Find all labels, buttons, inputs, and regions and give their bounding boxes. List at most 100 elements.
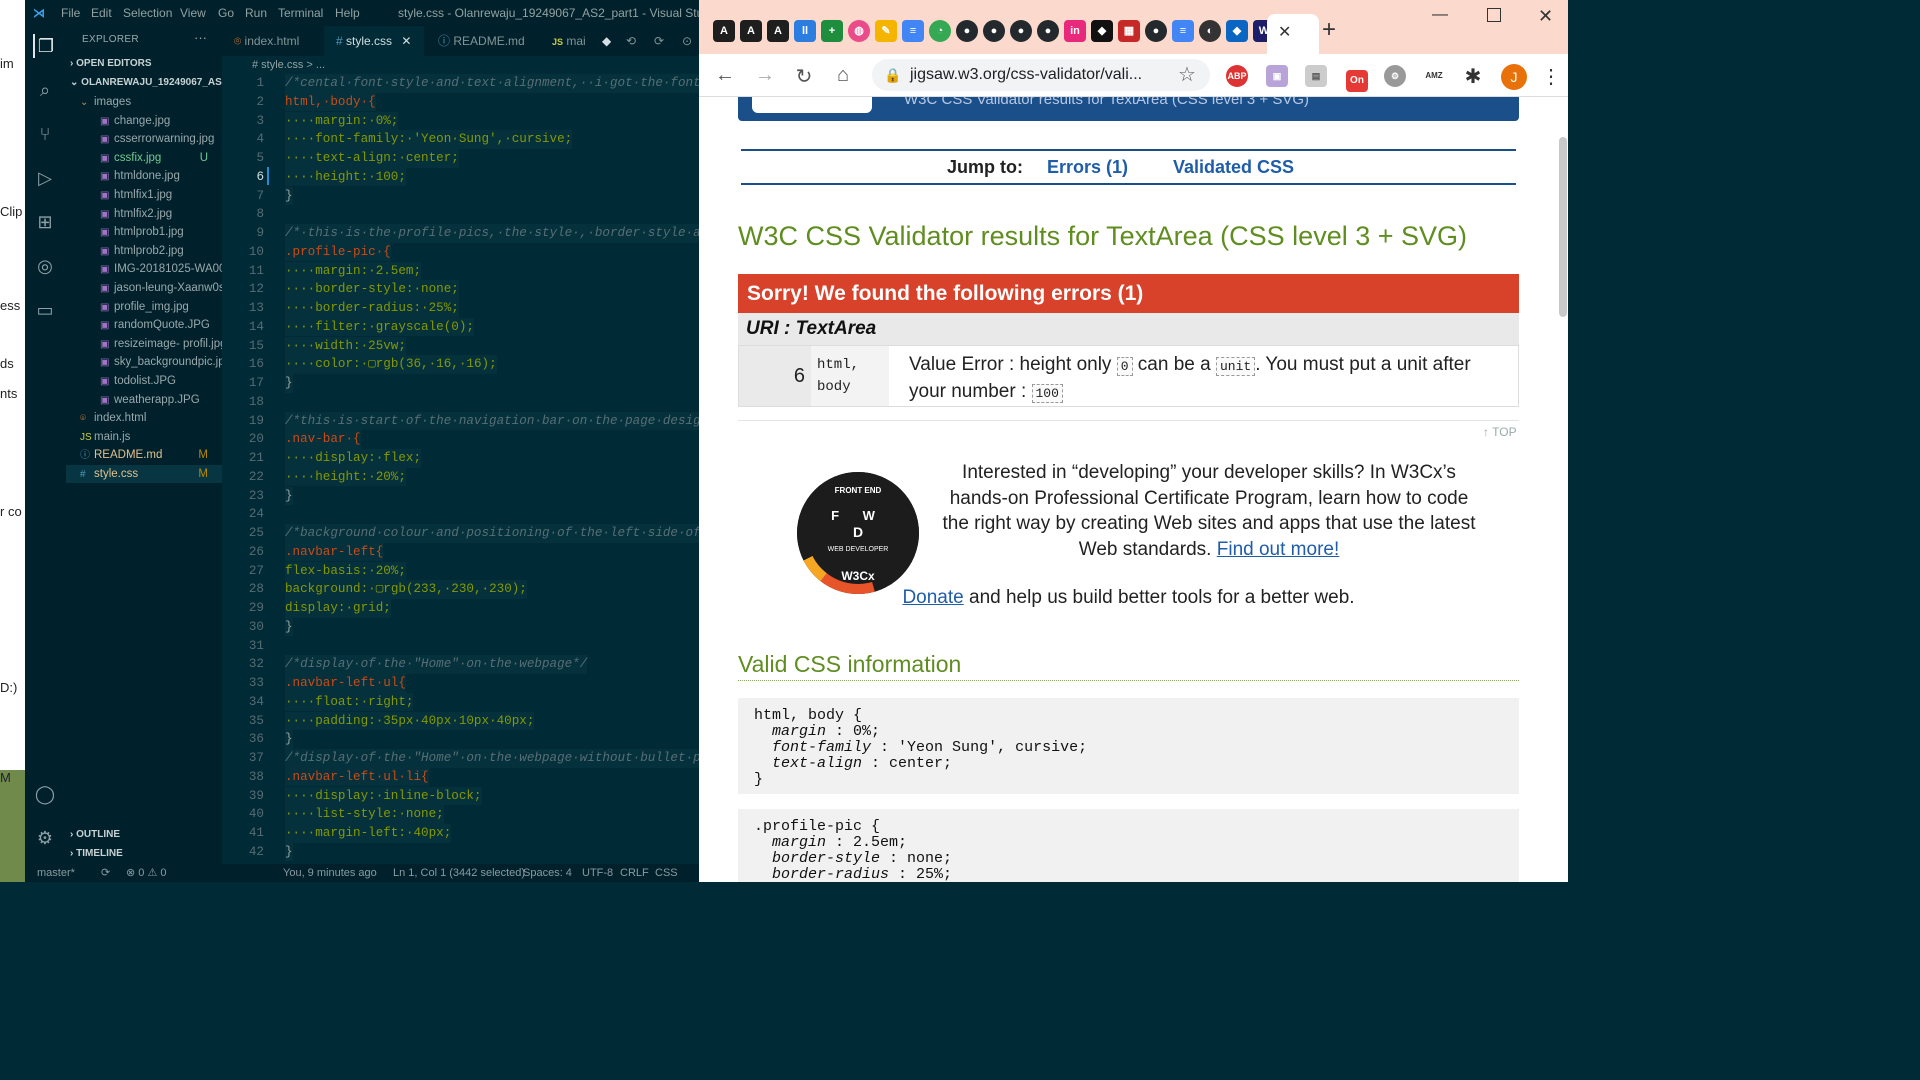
account-icon[interactable]: ◯ bbox=[33, 782, 57, 806]
code-line[interactable]: ····border-radius:·25%; bbox=[285, 299, 459, 318]
page-scrollbar[interactable] bbox=[1559, 137, 1567, 317]
bookmark-star-icon[interactable]: ☆ bbox=[1178, 59, 1196, 91]
menu-kebab-icon[interactable]: ⋮ bbox=[1539, 64, 1563, 89]
tab-index-html[interactable]: ⌾ index.html bbox=[222, 26, 324, 56]
file-tree-item[interactable]: ▣ sky_backgroundpic.jpg bbox=[66, 353, 222, 371]
project-folder[interactable]: ⌄ OLANREWAJU_19249067_AS... bbox=[66, 74, 222, 92]
top-link[interactable]: ↑ TOP bbox=[1483, 425, 1517, 439]
minimize-icon[interactable]: — bbox=[1432, 6, 1448, 24]
run-debug-icon[interactable]: ▷ bbox=[33, 166, 57, 190]
code-line[interactable]: ····height:·100; bbox=[285, 167, 406, 187]
code-line[interactable]: ····color:·▢rgb(36,·16,·16); bbox=[285, 355, 497, 374]
code-line[interactable]: /*·this·is·the·profile·pics,·the·style·,… bbox=[285, 224, 699, 243]
settings-gear-icon[interactable]: ⚙ bbox=[33, 826, 57, 850]
extensions-puzzle-icon[interactable]: ✱ bbox=[1461, 64, 1485, 89]
tab-favicon-icon[interactable]: + bbox=[821, 20, 843, 42]
jump-errors-link[interactable]: Errors (1) bbox=[1047, 157, 1128, 178]
code-line[interactable]: /*display·of·the·"Home"·on·the·webpage·w… bbox=[285, 749, 699, 768]
invision-icon[interactable]: in bbox=[1064, 20, 1086, 42]
code-line[interactable]: ····width:·25vw; bbox=[285, 336, 406, 356]
code-line[interactable]: .navbar-left·ul{ bbox=[285, 674, 406, 693]
tab-favicon-icon[interactable]: ll bbox=[794, 20, 816, 42]
file-tree-item[interactable]: ▣ change.jpg bbox=[66, 112, 222, 130]
home-icon[interactable]: ⌂ bbox=[831, 64, 855, 87]
code-line[interactable]: .profile-pic·{ bbox=[285, 242, 391, 262]
jump-validated-link[interactable]: Validated CSS bbox=[1173, 157, 1294, 178]
tab-favicon-icon[interactable]: ◐ bbox=[1199, 20, 1221, 42]
github-icon[interactable]: ● bbox=[1145, 20, 1167, 42]
tab-favicon-icon[interactable]: A bbox=[713, 20, 735, 42]
git-graph-icon[interactable]: ◎ bbox=[33, 254, 57, 278]
tab-style-css[interactable]: # style.css ✕ bbox=[324, 26, 424, 56]
find-out-more-link[interactable]: Find out more! bbox=[1217, 539, 1340, 560]
extension-icon[interactable]: ▣ bbox=[1266, 65, 1288, 87]
file-tree-item[interactable]: ⌄ images bbox=[66, 93, 222, 111]
tab-favicon-icon[interactable]: A bbox=[767, 20, 789, 42]
tab-favicon-icon[interactable]: ✎ bbox=[875, 20, 897, 42]
git-branch[interactable]: master* bbox=[37, 864, 75, 882]
outline-section[interactable]: › OUTLINE bbox=[66, 826, 222, 844]
tab-readme[interactable]: ⓘ README.md bbox=[426, 26, 536, 56]
encoding[interactable]: UTF-8 bbox=[582, 864, 613, 882]
code-line[interactable]: .navbar-left·ul·li{ bbox=[285, 767, 429, 787]
code-line[interactable]: ····display:·flex; bbox=[285, 449, 422, 468]
code-line[interactable]: } bbox=[285, 730, 293, 749]
tab-favicon-icon[interactable]: ◔ bbox=[929, 20, 951, 42]
tab-favicon-icon[interactable]: ◆ bbox=[1091, 20, 1113, 42]
navigate-back-icon[interactable]: ⟳ bbox=[642, 26, 664, 56]
tab-favicon-icon[interactable]: ▦ bbox=[1118, 20, 1140, 42]
on-extension-icon[interactable]: On bbox=[1346, 70, 1368, 92]
git-compare-icon[interactable]: ◆ bbox=[590, 26, 611, 56]
more-actions-icon[interactable]: ··· bbox=[194, 30, 207, 45]
code-line[interactable]: ····list-style:·none; bbox=[285, 805, 444, 824]
indentation[interactable]: Spaces: 4 bbox=[523, 864, 572, 882]
dribbble-icon[interactable]: ◍ bbox=[848, 20, 870, 42]
code-line[interactable]: ····margin-left:·40px; bbox=[285, 824, 452, 843]
code-line[interactable]: } bbox=[285, 186, 293, 206]
sync-icon[interactable]: ⟳ bbox=[101, 864, 110, 882]
code-line[interactable]: /*display·of·the·"Home"·on·the·webpage*/ bbox=[285, 655, 588, 674]
git-blame[interactable]: You, 9 minutes ago bbox=[283, 864, 377, 882]
breadcrumb[interactable]: # style.css > ... bbox=[222, 56, 699, 74]
tab-favicon-icon[interactable]: A bbox=[740, 20, 762, 42]
menu-selection[interactable]: Selection bbox=[123, 6, 172, 20]
code-line[interactable]: ····margin:·0%; bbox=[285, 111, 399, 131]
file-tree-item[interactable]: ▣ randomQuote.JPG bbox=[66, 316, 222, 334]
menu-help[interactable]: Help bbox=[335, 6, 360, 20]
profile-avatar[interactable]: J bbox=[1501, 64, 1527, 90]
github-icon[interactable]: ● bbox=[1037, 20, 1059, 42]
tab-main-js[interactable]: JS mai bbox=[540, 26, 590, 56]
github-icon[interactable]: ● bbox=[983, 20, 1005, 42]
file-tree-item[interactable]: ▣ profile_img.jpg bbox=[66, 298, 222, 316]
active-tab[interactable] bbox=[1267, 14, 1319, 54]
menu-file[interactable]: File bbox=[61, 6, 80, 20]
cursor-position[interactable]: Ln 1, Col 1 (3442 selected) bbox=[393, 864, 525, 882]
code-line[interactable]: ····padding:·35px·40px·10px·40px; bbox=[285, 711, 535, 731]
file-tree-item[interactable]: ▣ htmldone.jpg bbox=[66, 167, 222, 185]
gear-extension-icon[interactable]: ⚙ bbox=[1384, 65, 1406, 87]
code-line[interactable]: } bbox=[285, 374, 293, 393]
code-line[interactable]: ····float:·right; bbox=[285, 692, 414, 712]
code-line[interactable]: ····display:·inline-block; bbox=[285, 786, 482, 806]
tab-favicon-icon[interactable]: ◆ bbox=[1226, 20, 1248, 42]
language-mode[interactable]: CSS bbox=[655, 864, 678, 882]
search-icon[interactable]: ⌕ bbox=[33, 78, 57, 102]
w3cx-frontend-logo[interactable]: FRONT END F W D WEB DEVELOPER W3Cx bbox=[797, 472, 919, 594]
file-tree-item[interactable]: ▣ weatherapp.JPG bbox=[66, 391, 222, 409]
source-control-icon[interactable]: ⑂ bbox=[33, 122, 57, 146]
problems-indicator[interactable]: ⊗ 0 ⚠ 0 bbox=[126, 864, 166, 882]
new-tab-icon[interactable]: + bbox=[1322, 16, 1336, 44]
code-line[interactable]: ····text-align:·center; bbox=[285, 149, 459, 168]
open-editors-section[interactable]: › OPEN EDITORS bbox=[66, 55, 222, 73]
timeline-section[interactable]: › TIMELINE bbox=[66, 845, 222, 863]
address-bar[interactable]: 🔒 jigsaw.w3.org/css-validator/vali... ☆ bbox=[872, 59, 1210, 91]
code-line[interactable]: ····font-family:·'Yeon·Sung',·cursive; bbox=[285, 130, 573, 149]
code-editor[interactable]: 1 /*cental·font·style·and·text·alignment,… bbox=[222, 74, 699, 864]
close-icon[interactable]: ✕ bbox=[401, 34, 411, 48]
code-line[interactable]: } bbox=[285, 486, 293, 506]
file-tree-item[interactable]: # style.css M bbox=[66, 465, 222, 483]
code-line[interactable]: ····height:·20%; bbox=[285, 467, 406, 487]
code-line[interactable]: /*background·colour·and·positioning·of·t… bbox=[285, 524, 699, 543]
menu-go[interactable]: Go bbox=[218, 6, 234, 20]
code-line[interactable]: /*cental·font·style·and·text·alignment,·… bbox=[285, 74, 699, 93]
